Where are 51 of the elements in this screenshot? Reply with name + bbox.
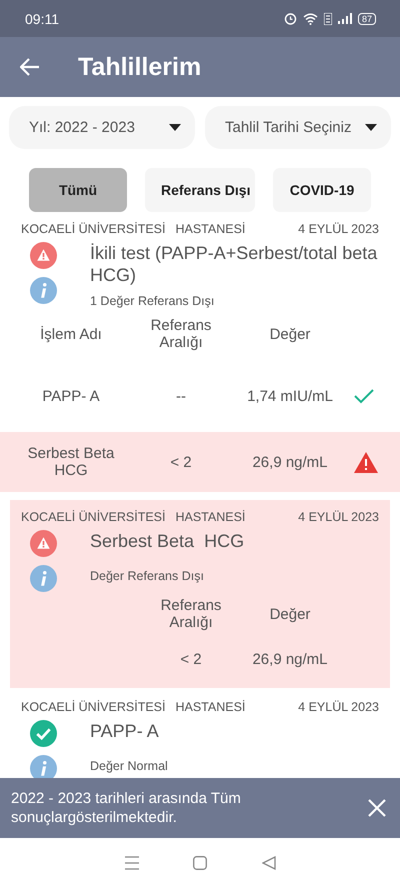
snackbar-message: 2022 - 2023 tarihleri arasında Tüm sonuçlargösterilmektedir. <box>11 789 242 827</box>
result-date: 4 EYLÜL 2023 <box>298 510 379 524</box>
table-cell-text: 26,9 ng/mL <box>251 650 329 668</box>
filter-dropdown[interactable]: Tahlil Tarihi Seçiniz <box>205 106 391 149</box>
column-header: Değer <box>268 606 312 622</box>
alarm-icon <box>284 12 297 25</box>
result-summary: 1 Değer Referans Dışı <box>90 294 216 308</box>
close-button[interactable] <box>368 799 386 817</box>
test-title: PAPP- A <box>90 720 160 742</box>
column-header: Değer <box>268 326 312 342</box>
result-summary: Değer Normal <box>90 759 169 775</box>
table-cell-text: Serbest Beta HCG <box>26 445 116 479</box>
test-title: Serbest Beta HCG <box>90 530 246 552</box>
filter-tab[interactable]: COVID-19 <box>273 168 371 212</box>
info-icon[interactable] <box>30 565 56 592</box>
table-cell-text: PAPP- A <box>41 388 101 404</box>
info-icon[interactable] <box>30 277 56 304</box>
hospital-name: HASTANESİ <box>175 510 246 524</box>
page-title: Tahlillerim <box>78 52 202 82</box>
column-header: Referans Aralığı <box>150 317 212 351</box>
hospital-name: KOCAELİ ÜNİVERSİTESİ <box>21 700 166 714</box>
back-arrow-icon[interactable] <box>20 58 40 76</box>
table-cell-text: 26,9 ng/mL <box>251 454 329 470</box>
hospital-name: KOCAELİ ÜNİVERSİTESİ <box>21 222 166 236</box>
signal-icon <box>338 13 352 24</box>
network-icon <box>324 12 332 24</box>
result-summary: Değer Referans Dışı <box>90 569 205 585</box>
hospital-name: HASTANESİ <box>175 222 246 236</box>
caret-icon <box>169 124 181 131</box>
battery-level: 87 <box>358 12 376 24</box>
filter-dropdown[interactable]: Yıl: 2022 - 2023 <box>9 106 195 149</box>
hospital-name: KOCAELİ ÜNİVERSİTESİ <box>21 510 166 524</box>
back-icon[interactable] <box>262 856 276 870</box>
column-header: İşlem Adı <box>39 326 103 342</box>
table-cell-text: < 2 <box>179 650 203 668</box>
result-date: 4 EYLÜL 2023 <box>298 222 379 236</box>
column-header: Referans Aralığı <box>160 597 222 631</box>
test-title: İkili test (PAPP-A+Serbest/total beta HCG) <box>90 242 378 286</box>
info-icon[interactable] <box>30 755 56 778</box>
caret-icon <box>365 124 377 131</box>
wifi-icon <box>302 12 318 24</box>
filter-tab[interactable]: Referans Dışı <box>145 168 255 212</box>
table-cell-text: 1,74 mIU/mL <box>246 388 334 404</box>
result-date: 4 EYLÜL 2023 <box>298 700 379 714</box>
menu-icon[interactable] <box>124 856 138 870</box>
filter-tab[interactable]: Tümü <box>29 168 127 212</box>
table-cell-text: -- <box>175 388 187 404</box>
status-time: 09:11 <box>25 10 59 26</box>
hospital-name: HASTANESİ <box>175 700 246 714</box>
home-icon[interactable] <box>193 856 207 870</box>
table-cell-text: < 2 <box>169 454 193 470</box>
